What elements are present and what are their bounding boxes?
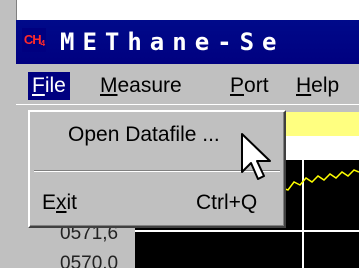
menu-item-exit[interactable]: Exit Ctrl+Q (30, 186, 284, 220)
exit-mnemonic: x (56, 191, 67, 214)
y-axis-label-2: 0570,0 (60, 253, 119, 268)
menu-file[interactable]: File (28, 72, 70, 100)
menu-measure[interactable]: Measure (96, 72, 186, 100)
menu-help-mnemonic: H (296, 74, 312, 97)
exit-label: Exit (42, 186, 77, 220)
menu-measure-mnemonic: M (100, 74, 118, 97)
app-window: CH4 METhane-Se File Measure Port Help 05… (0, 0, 359, 268)
menu-help-label: elp (311, 74, 340, 97)
graph-gridline-horizontal (135, 230, 359, 232)
exit-label-end: it (66, 191, 78, 214)
app-icon-subscript: 4 (40, 39, 46, 48)
window-left-frame (0, 0, 17, 268)
app-icon-text: CH (23, 32, 42, 47)
menu-port-mnemonic: P (230, 74, 245, 97)
menu-help[interactable]: Help (292, 72, 343, 100)
menu-port-label: ort (244, 74, 269, 97)
open-datafile-label: Open Datafile ... (68, 123, 220, 146)
exit-label-start: E (42, 191, 57, 214)
window-title: METhane-Se (60, 28, 285, 56)
menu-measure-label: easure (117, 74, 182, 97)
graph-trace (276, 169, 359, 195)
menu-file-label: ile (44, 74, 66, 97)
arrow-cursor-icon (241, 133, 271, 180)
status-field (285, 112, 359, 136)
methane-app-icon[interactable]: CH4 (22, 28, 46, 52)
menu-file-mnemonic: F (32, 74, 45, 97)
menu-port[interactable]: Port (226, 72, 273, 100)
exit-shortcut: Ctrl+Q (196, 191, 258, 214)
